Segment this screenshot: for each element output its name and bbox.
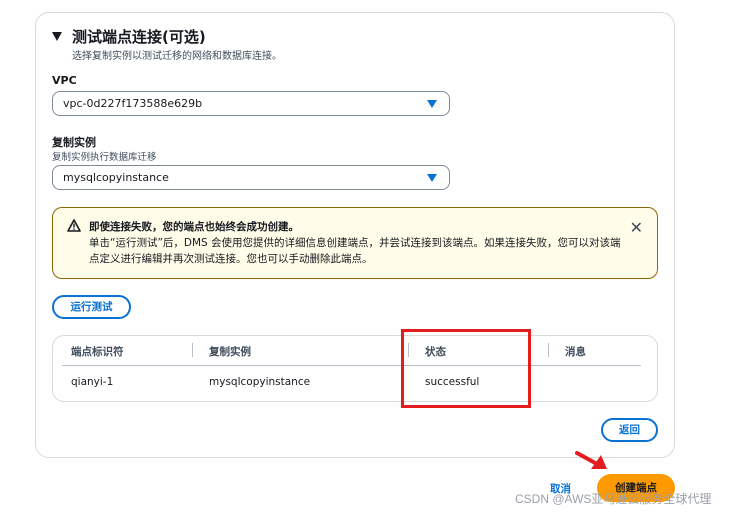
watermark: CSDN @AWS亚马逊云服务全球代理 [515, 492, 712, 506]
column-header-instance: 复制实例 [209, 346, 251, 358]
cell-instance: mysqlcopyinstance [209, 376, 311, 388]
caret-down-icon[interactable] [52, 32, 62, 41]
column-header-message: 消息 [565, 346, 586, 358]
column-header-endpoint: 端点标识符 [71, 346, 124, 358]
section-description: 选择复制实例以测试迁移的网络和数据库连接。 [72, 51, 282, 62]
warning-icon [67, 219, 81, 232]
alert-title: 即使连接失败，您的端点也始终会成功创建。 [89, 221, 299, 233]
vpc-select-value: vpc-0d227f173588e629b [63, 97, 203, 110]
replication-instance-description: 复制实例执行数据库迁移 [52, 152, 157, 163]
warning-alert: 即使连接失败，您的端点也始终会成功创建。 单击“运行测试”后，DMS 会使用您提… [52, 207, 658, 279]
vpc-select[interactable]: vpc-0d227f173588e629b [52, 91, 450, 116]
replication-instance-select-value: mysqlcopyinstance [63, 171, 169, 184]
section-title: 测试端点连接(可选) [72, 28, 206, 46]
alert-body: 单击“运行测试”后，DMS 会使用您提供的详细信息创建端点，并尝试连接到该端点。… [89, 237, 621, 265]
column-divider [548, 343, 549, 357]
replication-instance-label: 复制实例 [52, 136, 96, 149]
column-divider [192, 343, 193, 357]
run-test-button[interactable]: 运行测试 [52, 295, 131, 319]
section-header[interactable]: 测试端点连接(可选) [52, 26, 206, 47]
dropdown-caret-icon [427, 174, 437, 182]
cell-endpoint: qianyi-1 [71, 376, 114, 388]
table-row-divider [62, 365, 641, 366]
red-arrow-icon [575, 451, 607, 469]
close-icon[interactable]: ✕ [630, 218, 643, 237]
replication-instance-select[interactable]: mysqlcopyinstance [52, 165, 450, 190]
vpc-label: VPC [52, 74, 77, 87]
back-button[interactable]: 返回 [601, 418, 658, 442]
dropdown-caret-icon [427, 100, 437, 108]
status-highlight-box [401, 329, 531, 408]
